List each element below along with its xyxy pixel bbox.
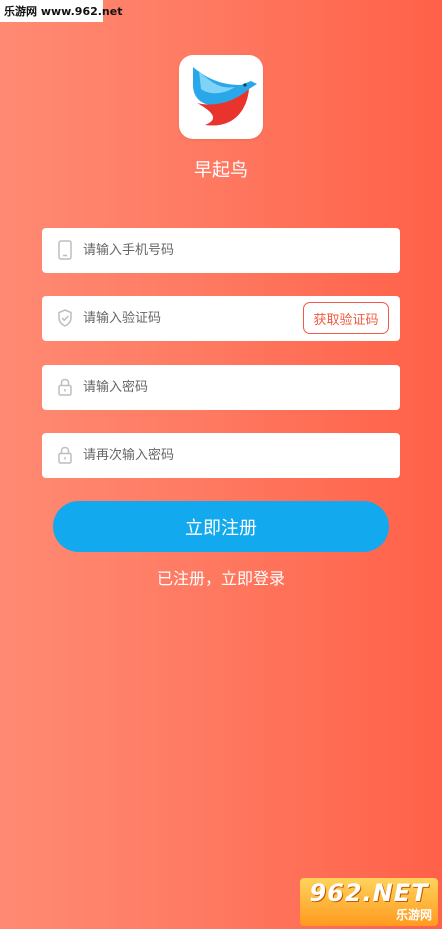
code-input[interactable] xyxy=(83,296,323,341)
shield-check-icon xyxy=(58,309,72,327)
password-field[interactable] xyxy=(42,365,400,410)
bird-logo-icon xyxy=(193,67,257,126)
password-confirm-field[interactable] xyxy=(42,433,400,478)
watermark-top: 乐游网 www.962.net xyxy=(0,0,122,22)
login-link[interactable]: 已注册，立即登录 xyxy=(0,565,442,589)
get-code-button[interactable]: 获取验证码 xyxy=(303,302,389,334)
watermark-bottom: 962.NET 乐游网 xyxy=(300,878,438,926)
lock-icon xyxy=(58,446,72,464)
watermark-bottom-big: 962.NET xyxy=(309,879,429,907)
lock-icon xyxy=(58,378,72,396)
app-name: 早起鸟 xyxy=(194,160,248,181)
app-logo xyxy=(179,55,263,139)
phone-icon xyxy=(58,240,72,260)
phone-input[interactable] xyxy=(83,228,323,273)
code-field[interactable]: 获取验证码 xyxy=(42,296,400,341)
watermark-bottom-small: 乐游网 xyxy=(395,908,432,922)
password-input[interactable] xyxy=(83,365,323,410)
password-confirm-input[interactable] xyxy=(83,433,323,478)
register-button[interactable]: 立即注册 xyxy=(53,501,389,552)
phone-field[interactable] xyxy=(42,228,400,273)
